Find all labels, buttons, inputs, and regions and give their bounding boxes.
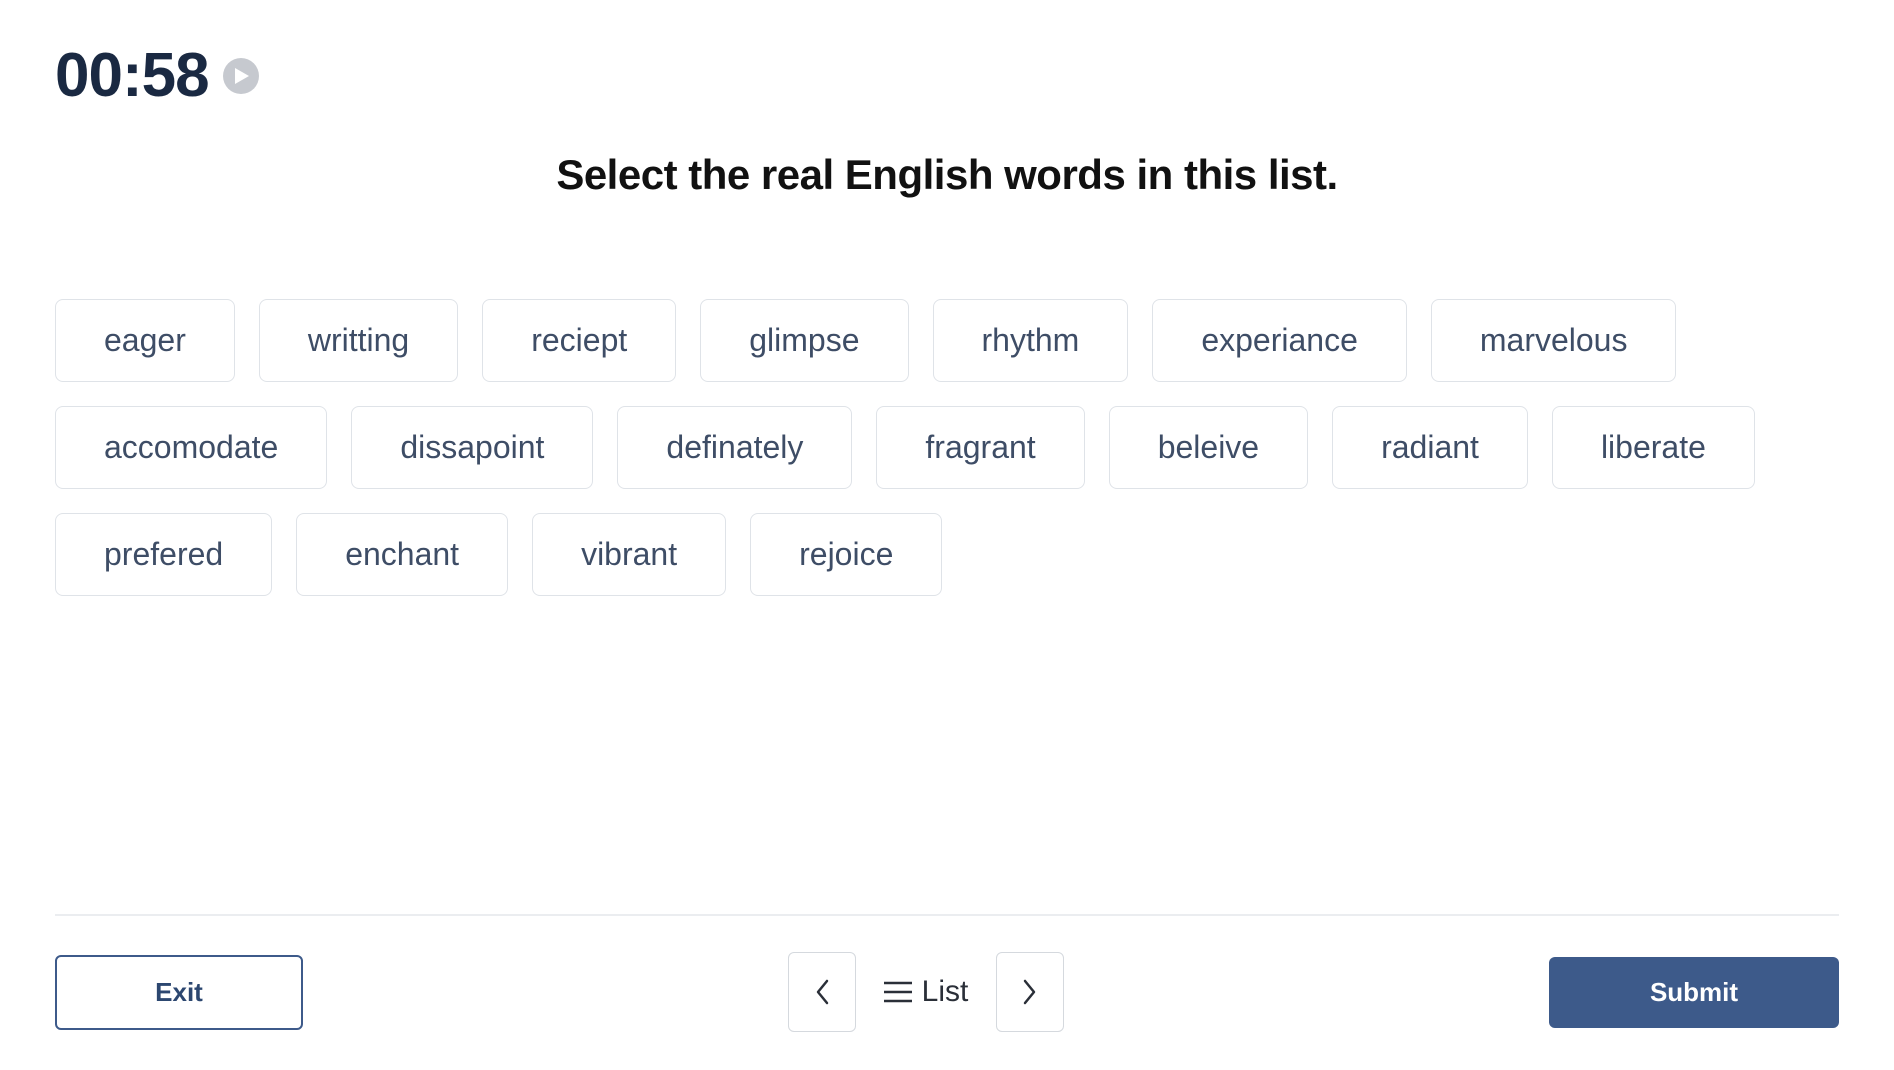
prev-button[interactable] [788, 952, 856, 1032]
word-chip[interactable]: reciept [482, 299, 676, 382]
word-chip[interactable]: rhythm [933, 299, 1129, 382]
word-chip[interactable]: definately [617, 406, 852, 489]
timer-display: 00:58 [55, 40, 209, 111]
chevron-left-icon [815, 979, 829, 1005]
footer-divider [55, 914, 1839, 916]
word-chip[interactable]: glimpse [700, 299, 908, 382]
list-icon [884, 981, 912, 1003]
word-chip[interactable]: experiance [1152, 299, 1407, 382]
exit-button[interactable]: Exit [55, 955, 303, 1030]
word-chip[interactable]: dissapoint [351, 406, 593, 489]
word-chip[interactable]: writting [259, 299, 458, 382]
word-chip[interactable]: prefered [55, 513, 272, 596]
words-container: eager writting reciept glimpse rhythm ex… [55, 299, 1839, 596]
word-chip[interactable]: accomodate [55, 406, 327, 489]
word-chip[interactable]: radiant [1332, 406, 1528, 489]
word-chip[interactable]: rejoice [750, 513, 942, 596]
chevron-right-icon [1023, 979, 1037, 1005]
next-button[interactable] [996, 952, 1064, 1032]
play-icon[interactable] [223, 58, 259, 94]
word-chip[interactable]: liberate [1552, 406, 1755, 489]
instruction-text: Select the real English words in this li… [55, 151, 1839, 199]
footer: Exit List [0, 914, 1894, 1070]
word-chip[interactable]: marvelous [1431, 299, 1677, 382]
word-chip[interactable]: beleive [1109, 406, 1308, 489]
submit-button[interactable]: Submit [1549, 957, 1839, 1028]
nav-group: List [788, 952, 1065, 1032]
timer-row: 00:58 [55, 40, 1839, 111]
word-chip[interactable]: eager [55, 299, 235, 382]
list-label: List [922, 975, 969, 1009]
word-chip[interactable]: enchant [296, 513, 508, 596]
word-chip[interactable]: vibrant [532, 513, 726, 596]
list-link[interactable]: List [876, 975, 977, 1009]
word-chip[interactable]: fragrant [876, 406, 1084, 489]
